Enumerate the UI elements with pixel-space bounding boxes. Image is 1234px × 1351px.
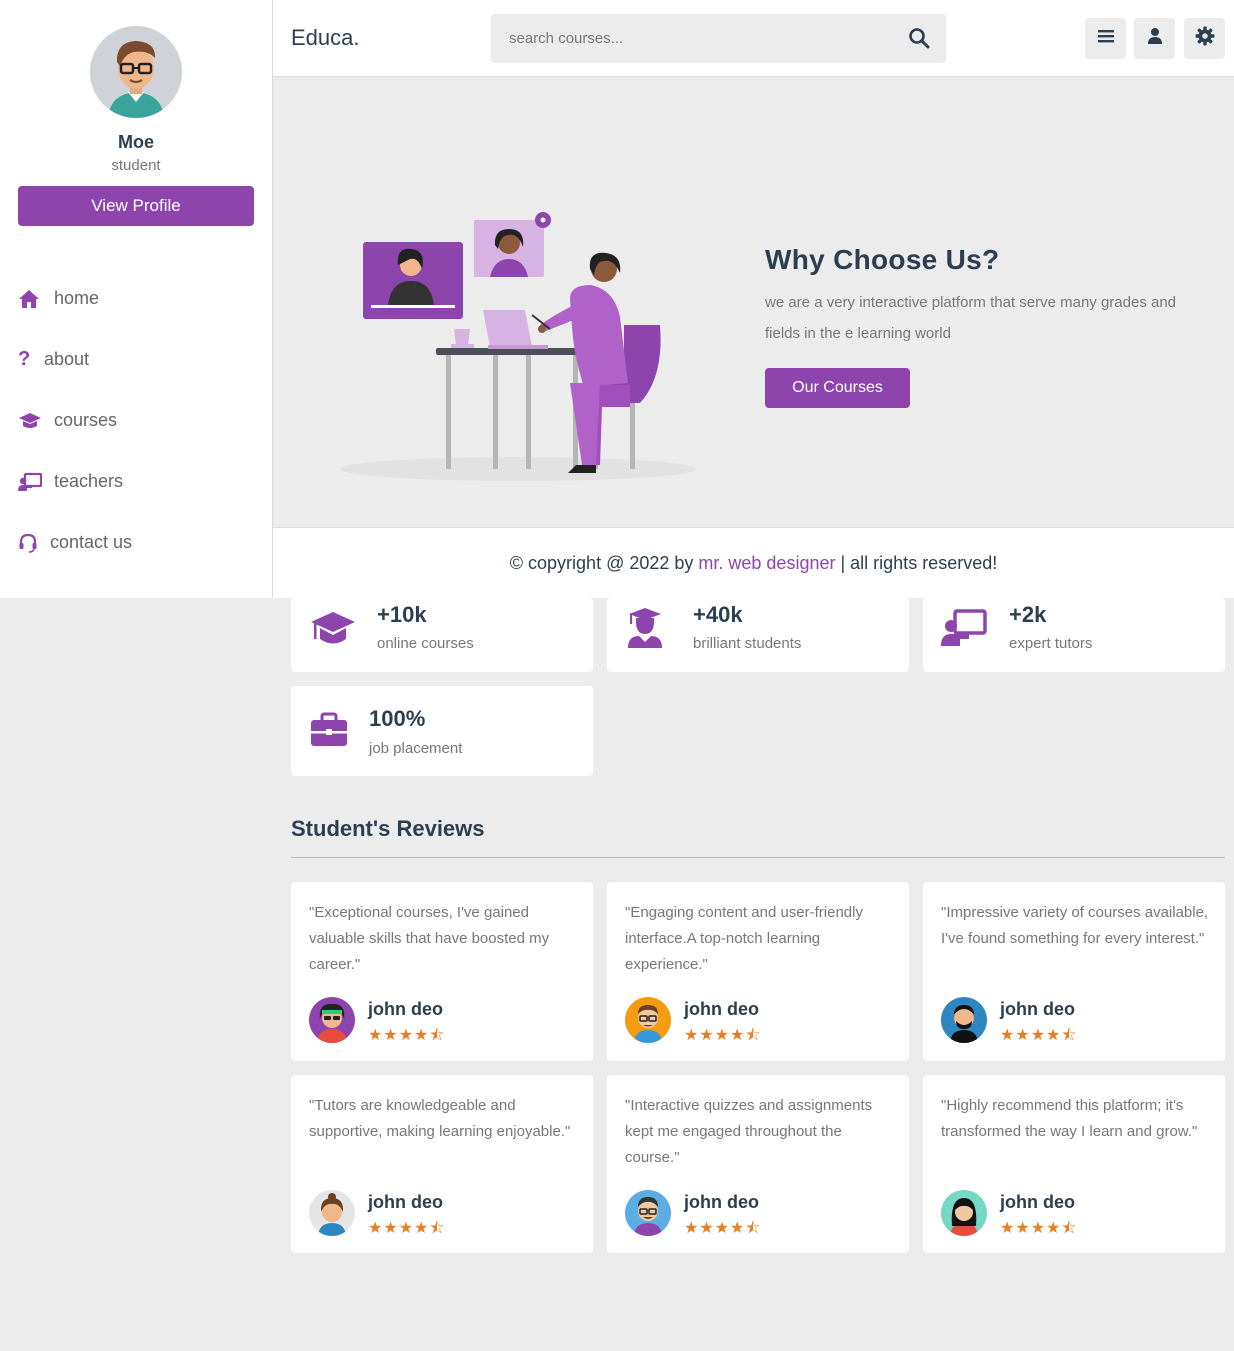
chalkboard-teacher-icon <box>941 608 987 648</box>
graduation-cap-icon <box>309 608 355 648</box>
star-rating: ★★★★⯪ <box>368 1027 446 1044</box>
review-quote: "Engaging content and user-friendly inte… <box>625 904 863 973</box>
our-courses-button[interactable]: Our Courses <box>765 368 910 408</box>
stat-label: online courses <box>377 635 474 652</box>
review-card: "Tutors are knowledgeable and supportive… <box>291 1075 593 1253</box>
review-card: "Impressive variety of courses available… <box>923 882 1225 1061</box>
profile-avatar[interactable] <box>90 26 182 118</box>
sidebar-item-label: contact us <box>50 532 133 552</box>
sidebar-item-label: about <box>44 349 90 369</box>
star-rating: ★★★★⯪ <box>368 1220 446 1237</box>
hero-title: Why Choose Us? <box>765 244 1000 275</box>
sidebar-item-teachers[interactable]: teachers <box>0 451 272 512</box>
sidebar-item-courses[interactable]: courses <box>0 390 272 451</box>
reviewer-avatar <box>941 1190 987 1236</box>
stat-value: 100% <box>369 706 426 731</box>
review-quote: "Interactive quizzes and assignments kep… <box>625 1097 873 1166</box>
review-card: "Exceptional courses, I've gained valuab… <box>291 882 593 1061</box>
stat-card-courses: +10k online courses <box>291 598 593 672</box>
gear-icon <box>1195 26 1215 51</box>
briefcase-icon <box>309 712 353 752</box>
reviewer-name: john deo <box>1000 999 1075 1019</box>
reviewer-avatar <box>941 997 987 1043</box>
headset-icon <box>18 532 40 554</box>
reviews-divider <box>291 857 1225 858</box>
student-icon <box>625 606 669 648</box>
reviewer-avatar <box>625 997 671 1043</box>
stat-label: job placement <box>369 740 463 757</box>
reviews-heading: Student's Reviews <box>291 816 485 841</box>
view-profile-button[interactable]: View Profile <box>18 186 254 226</box>
copyright-prefix: © copyright @ 2022 by <box>509 553 699 573</box>
review-quote: "Highly recommend this platform; it's tr… <box>941 1097 1198 1140</box>
stat-card-placement: 100% job placement <box>291 686 593 776</box>
stat-value: +10k <box>377 602 427 627</box>
stat-label: expert tutors <box>1009 635 1093 652</box>
user-button[interactable] <box>1134 18 1175 59</box>
site-logo[interactable]: Educa. <box>291 25 360 51</box>
star-rating: ★★★★⯪ <box>1000 1220 1078 1237</box>
reviewer-name: john deo <box>684 999 759 1019</box>
star-rating: ★★★★⯪ <box>1000 1027 1078 1044</box>
stat-card-tutors: +2k expert tutors <box>923 598 1225 672</box>
stat-value: +2k <box>1009 602 1047 627</box>
reviewer-avatar <box>309 1190 355 1236</box>
stat-card-students: +40k brilliant students <box>607 598 909 672</box>
search-icon[interactable] <box>908 27 932 51</box>
sidebar-item-about[interactable]: ? about <box>0 329 272 390</box>
star-rating: ★★★★⯪ <box>684 1220 762 1237</box>
profile-name: Moe <box>118 132 154 152</box>
menu-icon <box>1097 28 1115 49</box>
profile-card: Moe student View Profile <box>0 0 272 226</box>
hero-description: we are a very interactive platform that … <box>765 294 1177 342</box>
hero-section: Why Choose Us? we are a very interactive… <box>273 77 1234 527</box>
review-card: "Highly recommend this platform; it's tr… <box>923 1075 1225 1253</box>
online-learning-illustration <box>338 207 698 487</box>
user-icon <box>1146 27 1164 50</box>
sidebar-item-contact-us[interactable]: contact us <box>0 512 272 573</box>
review-quote: "Impressive variety of courses available… <box>941 904 1209 947</box>
review-quote: "Tutors are knowledgeable and supportive… <box>309 1097 571 1140</box>
search-input[interactable] <box>491 14 891 63</box>
reviewer-avatar <box>625 1190 671 1236</box>
sidebar-item-label: courses <box>54 410 118 430</box>
stat-label: brilliant students <box>693 635 802 652</box>
sidebar: Moe student View Profile home ? about co… <box>0 0 273 598</box>
stat-value: +40k <box>693 602 743 627</box>
home-icon <box>18 288 44 310</box>
reviewer-name: john deo <box>368 1192 443 1212</box>
search-bar <box>491 14 946 63</box>
question-icon: ? <box>18 348 31 370</box>
reviewer-name: john deo <box>368 999 443 1019</box>
reviewer-name: john deo <box>684 1192 759 1212</box>
top-header: Educa. <box>273 0 1234 77</box>
review-card: "Engaging content and user-friendly inte… <box>607 882 909 1061</box>
copyright-suffix: | all rights reserved! <box>835 553 998 573</box>
reviewer-avatar <box>309 997 355 1043</box>
sidebar-item-home[interactable]: home <box>0 268 272 329</box>
menu-button[interactable] <box>1085 18 1126 59</box>
designer-link[interactable]: mr. web designer <box>698 553 835 573</box>
sidebar-nav: home ? about courses teachers contact us <box>0 268 272 573</box>
chalkboard-teacher-icon <box>18 471 44 493</box>
footer: © copyright @ 2022 by mr. web designer |… <box>273 527 1234 598</box>
sidebar-item-label: home <box>54 288 100 308</box>
graduation-cap-icon <box>18 410 44 432</box>
profile-role: student <box>111 157 161 174</box>
star-rating: ★★★★⯪ <box>684 1027 762 1044</box>
review-card: "Interactive quizzes and assignments kep… <box>607 1075 909 1253</box>
reviewer-name: john deo <box>1000 1192 1075 1212</box>
review-quote: "Exceptional courses, I've gained valuab… <box>309 904 550 973</box>
settings-button[interactable] <box>1184 18 1225 59</box>
sidebar-item-label: teachers <box>54 471 124 491</box>
